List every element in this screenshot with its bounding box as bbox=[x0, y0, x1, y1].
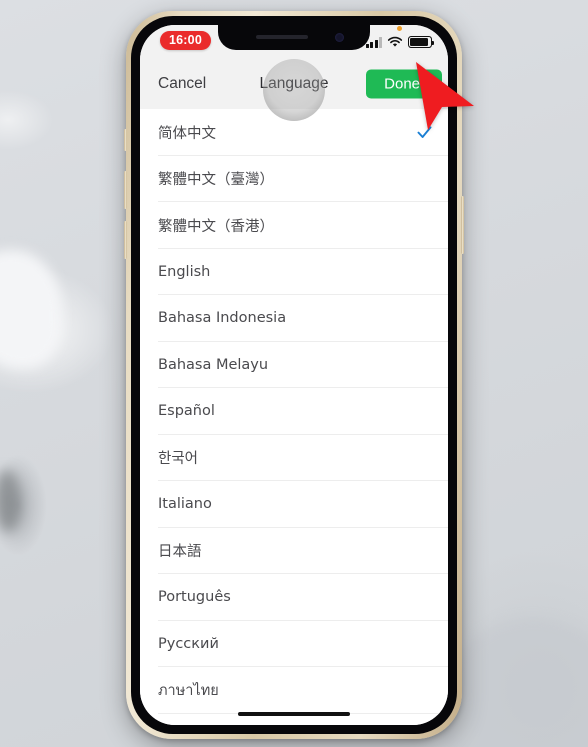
language-list-item[interactable]: 日本語 bbox=[140, 528, 448, 575]
language-label: Português bbox=[158, 589, 231, 606]
language-list-item[interactable]: English bbox=[140, 249, 448, 296]
cancel-button[interactable]: Cancel bbox=[158, 75, 206, 93]
background-blob-left-bottom bbox=[0, 470, 20, 532]
front-camera-icon bbox=[335, 33, 344, 42]
background-blob-left-top bbox=[0, 250, 62, 368]
language-label: Español bbox=[158, 403, 215, 420]
photo-scene: 16:00 Cancel Language Done 简体中文 繁體中文（臺灣）… bbox=[0, 0, 588, 747]
language-list-item[interactable]: Русский bbox=[140, 621, 448, 668]
language-list-item[interactable]: Português bbox=[140, 574, 448, 621]
language-list-item[interactable]: 简体中文 bbox=[140, 109, 448, 156]
language-list-item[interactable]: Bahasa Melayu bbox=[140, 342, 448, 389]
language-label: English bbox=[158, 263, 211, 280]
page-title: Language bbox=[259, 75, 329, 92]
done-button[interactable]: Done bbox=[366, 69, 442, 99]
power-button[interactable] bbox=[461, 196, 464, 254]
volume-down-button[interactable] bbox=[124, 221, 127, 259]
battery-icon bbox=[408, 36, 434, 48]
language-list-item[interactable]: Bahasa Indonesia bbox=[140, 295, 448, 342]
language-label: 日本語 bbox=[158, 544, 202, 561]
language-list[interactable]: 简体中文繁體中文（臺灣） 繁體中文（香港） English Bahasa Indone… bbox=[140, 109, 448, 725]
phone-screen: 16:00 Cancel Language Done 简体中文 繁體中文（臺灣）… bbox=[140, 25, 448, 725]
language-label: Русский bbox=[158, 635, 219, 652]
status-time-recording-pill: 16:00 bbox=[160, 31, 211, 50]
language-list-item[interactable]: 繁體中文（臺灣） bbox=[140, 156, 448, 203]
language-list-item[interactable]: 繁體中文（香港） bbox=[140, 202, 448, 249]
language-list-item[interactable]: Español bbox=[140, 388, 448, 435]
language-list-item[interactable]: ภาษาไทย bbox=[140, 667, 448, 714]
device-notch bbox=[218, 25, 370, 50]
language-label: Italiano bbox=[158, 496, 212, 513]
language-label: ภาษาไทย bbox=[158, 682, 219, 699]
language-list-item[interactable]: 한국어 bbox=[140, 435, 448, 482]
language-label: Bahasa Indonesia bbox=[158, 310, 287, 327]
checkmark-icon bbox=[417, 126, 432, 138]
language-label: 繁體中文（香港） bbox=[158, 218, 274, 235]
language-label: 繁體中文（臺灣） bbox=[158, 172, 274, 189]
phone-device: 16:00 Cancel Language Done 简体中文 繁體中文（臺灣）… bbox=[124, 11, 464, 739]
silent-switch[interactable] bbox=[124, 129, 127, 151]
phone-bezel: 16:00 Cancel Language Done 简体中文 繁體中文（臺灣）… bbox=[131, 16, 457, 734]
wifi-icon bbox=[387, 36, 403, 47]
earpiece-speaker-icon bbox=[256, 35, 308, 39]
privacy-indicator-icon bbox=[397, 26, 402, 31]
volume-up-button[interactable] bbox=[124, 171, 127, 209]
language-label: 한국어 bbox=[158, 451, 199, 468]
language-label: 简体中文 bbox=[158, 125, 216, 142]
language-list-item[interactable]: Italiano bbox=[140, 481, 448, 528]
language-label: Bahasa Melayu bbox=[158, 356, 269, 373]
status-bar-icons bbox=[365, 34, 434, 48]
navigation-bar: Cancel Language Done bbox=[140, 59, 448, 109]
home-indicator-bar[interactable] bbox=[238, 711, 350, 716]
